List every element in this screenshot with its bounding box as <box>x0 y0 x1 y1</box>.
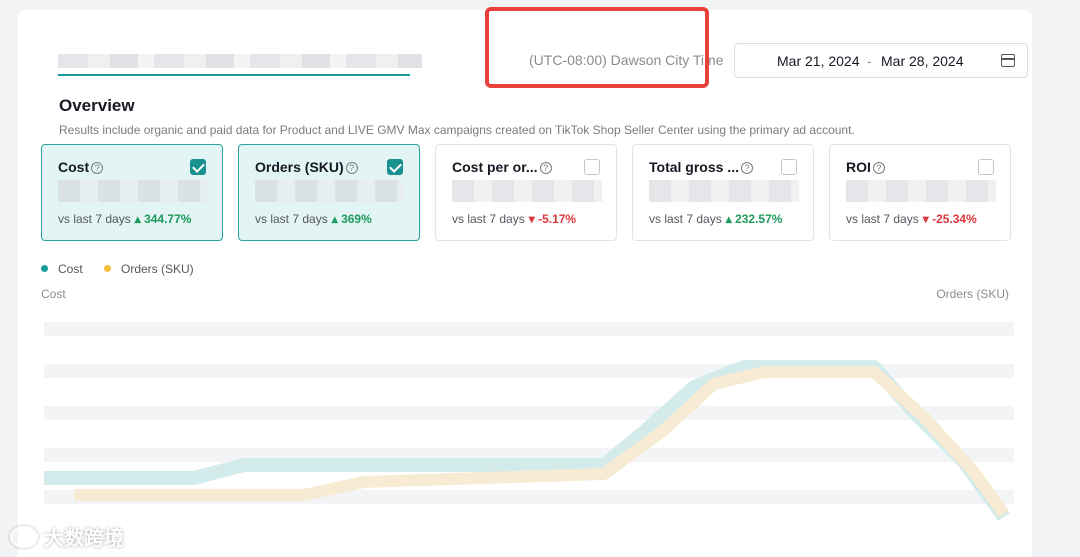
metric-title-text: Cost per or... <box>452 159 538 175</box>
metric-card-3[interactable]: Total gross ...? vs last 7 days ▴ 232.57% <box>632 144 814 241</box>
date-separator: - <box>867 53 872 69</box>
compare-label: vs last 7 days <box>58 212 131 226</box>
metric-compare: vs last 7 days ▾ -5.17% <box>452 212 576 226</box>
compare-label: vs last 7 days <box>846 212 919 226</box>
delta-value: ▾ -5.17% <box>529 212 576 226</box>
metric-card-1[interactable]: Orders (SKU)? vs last 7 days ▴ 369% <box>238 144 420 241</box>
metric-title: Cost per or...? <box>452 159 552 175</box>
date-start: Mar 21, 2024 <box>777 53 860 69</box>
metric-title-text: Total gross ... <box>649 159 739 175</box>
metric-checkbox[interactable] <box>978 159 994 175</box>
metric-title: Cost? <box>58 159 104 175</box>
trend-chart-redacted <box>44 302 1014 522</box>
legend-label-orders: Orders (SKU) <box>121 262 194 276</box>
delta-text: 344.77% <box>144 212 192 226</box>
delta-arrow-icon: ▴ <box>331 212 338 226</box>
metric-compare: vs last 7 days ▾ -25.34% <box>846 212 977 226</box>
legend-item-orders[interactable]: Orders (SKU) <box>104 262 194 276</box>
metric-value-redacted <box>58 180 208 202</box>
metric-compare: vs last 7 days ▴ 369% <box>255 212 372 226</box>
metric-title-text: Cost <box>58 159 90 175</box>
overview-subtitle: Results include organic and paid data fo… <box>59 123 855 137</box>
active-tab-indicator <box>58 74 410 76</box>
delta-text: -5.17% <box>538 212 577 226</box>
metric-title: Total gross ...? <box>649 159 753 175</box>
timezone-highlight-box <box>485 7 709 88</box>
date-range-picker[interactable]: Mar 21, 2024 - Mar 28, 2024 <box>734 43 1028 78</box>
delta-text: 369% <box>341 212 372 226</box>
redacted-tab-labels[interactable] <box>58 54 422 68</box>
axis-label-right: Orders (SKU) <box>936 287 1009 301</box>
delta-arrow-icon: ▴ <box>134 212 141 226</box>
watermark-logo-icon <box>10 526 38 548</box>
axis-label-left: Cost <box>41 287 66 301</box>
metric-value-redacted <box>452 180 602 202</box>
metric-compare: vs last 7 days ▴ 344.77% <box>58 212 191 226</box>
overview-title: Overview <box>59 96 135 115</box>
metric-title-text: Orders (SKU) <box>255 159 344 175</box>
delta-value: ▴ 232.57% <box>726 212 783 226</box>
compare-label: vs last 7 days <box>649 212 722 226</box>
chart-svg <box>44 322 1014 522</box>
metric-title: ROI? <box>846 159 885 175</box>
metric-checkbox[interactable] <box>584 159 600 175</box>
metric-value-redacted <box>649 180 799 202</box>
metric-value-redacted <box>846 180 996 202</box>
metric-checkbox[interactable] <box>387 159 403 175</box>
metric-checkbox[interactable] <box>190 159 206 175</box>
delta-text: -25.34% <box>932 212 977 226</box>
delta-arrow-icon: ▾ <box>922 212 929 226</box>
metric-card-0[interactable]: Cost? vs last 7 days ▴ 344.77% <box>41 144 223 241</box>
legend-dot-orders <box>104 265 111 272</box>
date-end: Mar 28, 2024 <box>881 53 964 69</box>
compare-label: vs last 7 days <box>255 212 328 226</box>
metric-checkbox[interactable] <box>781 159 797 175</box>
delta-arrow-icon: ▴ <box>725 212 732 226</box>
help-icon[interactable]: ? <box>91 162 104 174</box>
help-icon[interactable]: ? <box>539 162 552 174</box>
legend-dot-cost <box>41 265 48 272</box>
watermark: 大数跨境 <box>10 522 124 551</box>
help-icon[interactable]: ? <box>872 162 885 174</box>
help-icon[interactable]: ? <box>345 162 358 174</box>
legend-item-cost[interactable]: Cost <box>41 262 83 276</box>
delta-value: ▴ 344.77% <box>135 212 192 226</box>
metric-value-redacted <box>255 180 405 202</box>
watermark-text: 大数跨境 <box>44 528 124 550</box>
compare-label: vs last 7 days <box>452 212 525 226</box>
delta-text: 232.57% <box>735 212 783 226</box>
help-icon[interactable]: ? <box>740 162 753 174</box>
calendar-icon[interactable] <box>1001 54 1015 67</box>
metric-title: Orders (SKU)? <box>255 159 358 175</box>
legend-label-cost: Cost <box>58 262 83 276</box>
metric-card-4[interactable]: ROI? vs last 7 days ▾ -25.34% <box>829 144 1011 241</box>
metric-compare: vs last 7 days ▴ 232.57% <box>649 212 782 226</box>
metric-title-text: ROI <box>846 159 871 175</box>
metric-card-2[interactable]: Cost per or...? vs last 7 days ▾ -5.17% <box>435 144 617 241</box>
delta-arrow-icon: ▾ <box>528 212 535 226</box>
delta-value: ▾ -25.34% <box>923 212 977 226</box>
delta-value: ▴ 369% <box>332 212 372 226</box>
